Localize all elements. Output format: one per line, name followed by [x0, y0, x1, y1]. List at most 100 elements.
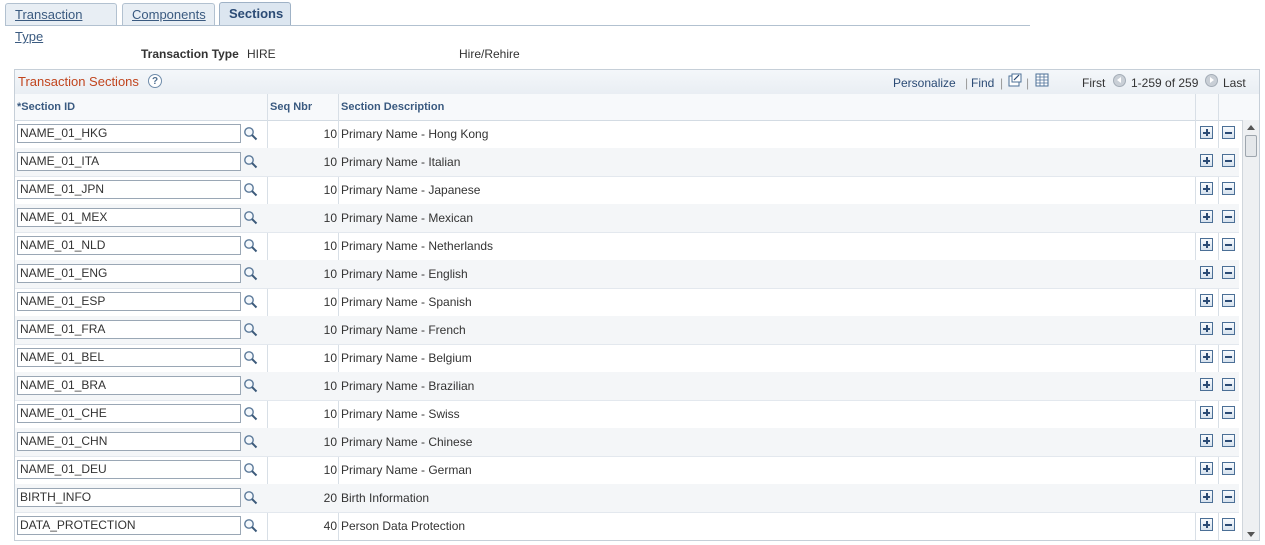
table-row: NAME_01_NLD 10 Primary Name - Netherlands	[15, 232, 1239, 261]
magnifier-icon[interactable]	[243, 266, 258, 281]
section-id-input[interactable]: NAME_01_JPN	[17, 180, 241, 199]
column-header-seq-nbr[interactable]: Seq Nbr	[270, 101, 312, 113]
magnifier-icon[interactable]	[243, 294, 258, 309]
section-description-value: Primary Name - Chinese	[341, 435, 473, 449]
separator: |	[965, 76, 969, 90]
section-description-value: Primary Name - Italian	[341, 155, 461, 169]
section-id-input[interactable]: NAME_01_BRA	[17, 376, 241, 395]
help-icon[interactable]: ?	[148, 74, 162, 88]
plus-icon[interactable]	[1200, 490, 1213, 503]
previous-arrow-icon[interactable]	[1113, 74, 1126, 87]
section-id-input[interactable]: NAME_01_ITA	[17, 152, 241, 171]
section-id-input[interactable]: BIRTH_INFO	[17, 488, 241, 507]
plus-icon[interactable]	[1200, 238, 1213, 251]
section-id-input[interactable]: DATA_PROTECTION	[17, 516, 241, 535]
spreadsheet-icon[interactable]	[1035, 73, 1049, 87]
minus-icon[interactable]	[1222, 126, 1235, 139]
minus-icon[interactable]	[1222, 378, 1235, 391]
section-id-input[interactable]: NAME_01_ENG	[17, 264, 241, 283]
magnifier-icon[interactable]	[243, 322, 258, 337]
grid-title: Transaction Sections	[18, 74, 139, 89]
minus-icon[interactable]	[1222, 322, 1235, 335]
separator: |	[1026, 76, 1030, 90]
table-row: NAME_01_CHE 10 Primary Name - Swiss	[15, 400, 1239, 429]
magnifier-icon[interactable]	[243, 126, 258, 141]
plus-icon[interactable]	[1200, 350, 1213, 363]
magnifier-icon[interactable]	[243, 490, 258, 505]
table-row: NAME_01_CHN 10 Primary Name - Chinese	[15, 428, 1239, 457]
minus-icon[interactable]	[1222, 434, 1235, 447]
column-header-section-id[interactable]: *Section ID	[17, 101, 75, 113]
section-id-input[interactable]: NAME_01_FRA	[17, 320, 241, 339]
magnifier-icon[interactable]	[243, 154, 258, 169]
plus-icon[interactable]	[1200, 154, 1213, 167]
section-description-value: Primary Name - Belgium	[341, 351, 472, 365]
new-window-icon[interactable]	[1008, 73, 1022, 87]
minus-icon[interactable]	[1222, 294, 1235, 307]
plus-icon[interactable]	[1200, 462, 1213, 475]
scroll-down-arrow-icon[interactable]	[1247, 532, 1255, 537]
next-arrow-icon[interactable]	[1205, 74, 1218, 87]
plus-icon[interactable]	[1200, 266, 1213, 279]
section-id-input[interactable]: NAME_01_CHE	[17, 404, 241, 423]
table-row: NAME_01_ESP 10 Primary Name - Spanish	[15, 288, 1239, 317]
plus-icon[interactable]	[1200, 182, 1213, 195]
magnifier-icon[interactable]	[243, 238, 258, 253]
plus-icon[interactable]	[1200, 322, 1213, 335]
minus-icon[interactable]	[1222, 350, 1235, 363]
separator: |	[1000, 76, 1004, 90]
scroll-up-arrow-icon[interactable]	[1247, 125, 1255, 130]
vertical-scrollbar[interactable]	[1242, 120, 1259, 540]
plus-icon[interactable]	[1200, 294, 1213, 307]
minus-icon[interactable]	[1222, 518, 1235, 531]
column-header-section-description[interactable]: Section Description	[341, 101, 444, 113]
transaction-sections-grid: Transaction Sections ? Personalize | Fin…	[14, 69, 1260, 541]
table-row: NAME_01_DEU 10 Primary Name - German	[15, 456, 1239, 485]
minus-icon[interactable]	[1222, 266, 1235, 279]
plus-icon[interactable]	[1200, 126, 1213, 139]
section-id-input[interactable]: NAME_01_CHN	[17, 432, 241, 451]
tab-components[interactable]: Components	[122, 3, 215, 25]
tab-sections[interactable]: Sections	[219, 2, 291, 26]
tab-transaction-type[interactable]: Transaction Type	[5, 3, 117, 44]
first-label: First	[1082, 76, 1106, 90]
last-label: Last	[1223, 76, 1246, 90]
section-id-input[interactable]: NAME_01_MEX	[17, 208, 241, 227]
magnifier-icon[interactable]	[243, 210, 258, 225]
seq-nbr-value: 10	[323, 127, 337, 141]
minus-icon[interactable]	[1222, 154, 1235, 167]
minus-icon[interactable]	[1222, 182, 1235, 195]
plus-icon[interactable]	[1200, 378, 1213, 391]
plus-icon[interactable]	[1200, 434, 1213, 447]
scrollbar-thumb[interactable]	[1245, 135, 1257, 157]
magnifier-icon[interactable]	[243, 462, 258, 477]
find-link[interactable]: Find	[971, 76, 994, 90]
transaction-type-value: HIRE	[247, 47, 276, 61]
section-description-value: Primary Name - German	[341, 463, 472, 477]
magnifier-icon[interactable]	[243, 350, 258, 365]
minus-icon[interactable]	[1222, 462, 1235, 475]
magnifier-icon[interactable]	[243, 434, 258, 449]
personalize-link[interactable]: Personalize	[893, 76, 956, 90]
magnifier-icon[interactable]	[243, 406, 258, 421]
minus-icon[interactable]	[1222, 490, 1235, 503]
section-id-input[interactable]: NAME_01_NLD	[17, 236, 241, 255]
section-id-input[interactable]: NAME_01_BEL	[17, 348, 241, 367]
row-range: 1-259 of 259	[1131, 76, 1199, 90]
table-row: NAME_01_FRA 10 Primary Name - French	[15, 316, 1239, 345]
minus-icon[interactable]	[1222, 210, 1235, 223]
plus-icon[interactable]	[1200, 406, 1213, 419]
section-description-value: Primary Name - Japanese	[341, 183, 481, 197]
section-id-input[interactable]: NAME_01_ESP	[17, 292, 241, 311]
section-id-input[interactable]: NAME_01_DEU	[17, 460, 241, 479]
magnifier-icon[interactable]	[243, 182, 258, 197]
section-description-value: Primary Name - English	[341, 267, 468, 281]
section-id-input[interactable]: NAME_01_HKG	[17, 124, 241, 143]
magnifier-icon[interactable]	[243, 378, 258, 393]
section-description-value: Primary Name - French	[341, 323, 466, 337]
plus-icon[interactable]	[1200, 210, 1213, 223]
minus-icon[interactable]	[1222, 406, 1235, 419]
plus-icon[interactable]	[1200, 518, 1213, 531]
minus-icon[interactable]	[1222, 238, 1235, 251]
magnifier-icon[interactable]	[243, 518, 258, 533]
